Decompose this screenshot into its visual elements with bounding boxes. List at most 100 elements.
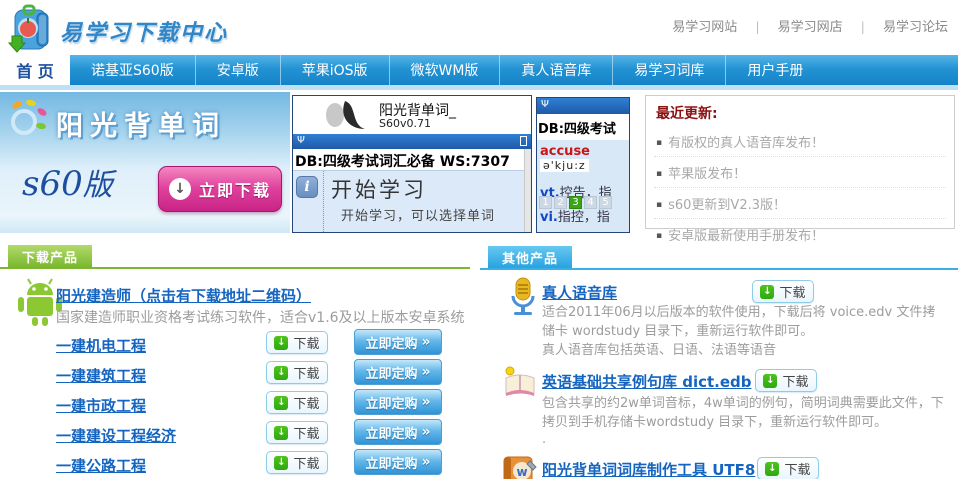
link-separator: |: [755, 20, 759, 34]
product-desc-line: 拷贝到手机存储卡wordstudy 目录下，重新运行软件即可。: [542, 411, 887, 430]
product-link[interactable]: 一建建设工程经济: [56, 425, 176, 446]
menu-divider: [323, 171, 324, 233]
chevron-right-icon: »: [421, 454, 430, 470]
product-link[interactable]: 一建机电工程: [56, 335, 146, 356]
nav-tab-android[interactable]: 安卓版: [195, 55, 280, 85]
update-item[interactable]: ▪有版权的真人语音库发布！: [654, 126, 946, 156]
product-link[interactable]: 一建公路工程: [56, 455, 146, 476]
nav-tab-ios[interactable]: 苹果iOS版: [280, 55, 389, 85]
updates-title: 最近更新:: [646, 96, 954, 126]
header: 易学习下载中心 易学习网站 | 易学习网店 | 易学习论坛: [0, 0, 958, 55]
nav-tab-wm[interactable]: 微软WM版: [389, 55, 500, 85]
toolkit-book-icon: w: [500, 453, 540, 479]
update-item[interactable]: ▪苹果版发布！: [654, 156, 946, 187]
app-screenshot-word: Ψ DB:四级考试 accuse ə'kju:z vt.控告，指 1 2 3 4…: [536, 97, 630, 233]
page: 易学习下载中心 易学习网站 | 易学习网店 | 易学习论坛 首 页 诺基亚S60…: [0, 0, 958, 479]
word-card: accuse ə'kju:z vt.控告，指 1 2 3 4 5 vi.指控，指: [537, 140, 629, 232]
product-desc-line: 真人语音库包括英语、日语、法语等语音: [542, 339, 776, 358]
page-number[interactable]: 5: [599, 196, 612, 209]
product-link[interactable]: 英语基础共享例句库 dict.edb: [542, 371, 752, 392]
scrollbar[interactable]: [524, 149, 531, 232]
microphone-icon: [505, 276, 541, 320]
download-arrow-icon: ↓: [763, 374, 777, 388]
order-button[interactable]: 立即定购»: [354, 389, 442, 415]
order-button[interactable]: 立即定购»: [354, 329, 442, 355]
download-arrow-icon: ↓: [765, 462, 779, 476]
download-button[interactable]: ↓下载: [752, 280, 814, 303]
download-button[interactable]: ↓下载: [266, 391, 328, 414]
menu-subtitle: 开始学习，可以选择单词: [341, 205, 531, 224]
status-bar: Ψ: [293, 134, 531, 149]
main-nav: 首 页 诺基亚S60版 安卓版 苹果iOS版 微软WM版 真人语音库 易学习词库…: [0, 55, 958, 85]
update-item[interactable]: ▪s60更新到V2.3版！: [654, 187, 946, 218]
chevron-right-icon: »: [421, 424, 430, 440]
page-number[interactable]: 2: [554, 196, 567, 209]
download-arrow-icon: ↓: [274, 366, 288, 380]
info-icon: i: [296, 176, 318, 198]
download-button[interactable]: ↓下载: [757, 457, 819, 479]
featured-product-link[interactable]: 阳光建造师（点击有下载地址二维码）: [56, 285, 311, 306]
recent-updates-panel: 最近更新: ▪有版权的真人语音库发布！ ▪苹果版发布！ ▪s60更新到V2.3版…: [645, 95, 955, 229]
bullet-icon: ▪: [656, 200, 662, 210]
page-number[interactable]: 4: [584, 196, 597, 209]
download-arrow-icon: ↓: [169, 178, 191, 200]
site-title: 易学习下载中心: [60, 15, 228, 47]
nav-tab-voice-library[interactable]: 真人语音库: [499, 55, 612, 85]
chevron-right-icon: »: [421, 334, 430, 350]
chevron-right-icon: »: [421, 364, 430, 380]
order-button[interactable]: 立即定购»: [354, 449, 442, 475]
antenna-icon: Ψ: [541, 99, 549, 110]
nav-tab-manual[interactable]: 用户手册: [725, 55, 824, 85]
page-number[interactable]: 1: [539, 196, 552, 209]
promo-banner[interactable]: 阳光背单词 s60版 ↓ 立即下载: [0, 92, 290, 233]
page-number-active[interactable]: 3: [569, 196, 582, 209]
product-link[interactable]: 一建市政工程: [56, 395, 146, 416]
bullet-icon: ▪: [656, 169, 662, 179]
tab-other-products[interactable]: 其他产品: [488, 246, 572, 268]
download-arrow-icon: ↓: [760, 285, 774, 299]
header-links: 易学习网站 | 易学习网店 | 易学习论坛: [672, 16, 948, 35]
product-link[interactable]: 阳光背单词词库制作工具 UTF8: [542, 459, 755, 479]
green-underline: [0, 267, 470, 269]
word-phonetic: ə'kju:z: [540, 159, 589, 172]
header-link-forum[interactable]: 易学习论坛: [883, 20, 948, 35]
update-item[interactable]: ▪安卓版最新使用手册发布！: [654, 218, 946, 249]
database-info-line: DB:四级考试词汇必备 WS:7307: [293, 149, 531, 170]
nav-tab-home[interactable]: 首 页: [0, 55, 70, 85]
tab-download-products[interactable]: 下载产品: [8, 245, 92, 267]
product-desc-line: .: [542, 432, 546, 447]
download-button[interactable]: ↓下载: [755, 369, 817, 392]
header-link-store[interactable]: 易学习网店: [778, 20, 843, 35]
chevron-right-icon: »: [421, 394, 430, 410]
download-button[interactable]: ↓下载: [266, 421, 328, 444]
svg-text:w: w: [516, 465, 527, 479]
nav-tab-nokia-s60[interactable]: 诺基亚S60版: [70, 55, 195, 85]
download-arrow-icon: ↓: [274, 336, 288, 350]
order-button[interactable]: 立即定购»: [354, 359, 442, 385]
menu-highlight-row: i 开始学习 开始学习，可以选择单词: [293, 170, 531, 233]
banner-edition: s60版: [22, 160, 113, 204]
nav-tab-dictionary[interactable]: 易学习词库: [612, 55, 725, 85]
word-headword: accuse: [540, 144, 590, 159]
order-button[interactable]: 立即定购»: [354, 419, 442, 445]
app-header: 阳光背单词_ S60v0.71: [293, 96, 531, 134]
featured-product-desc: 国家建造师职业资格考试练习软件，适合v1.6及以上版本安卓系统: [56, 307, 465, 327]
backpack-logo-icon: [8, 3, 56, 57]
banner-download-button[interactable]: ↓ 立即下载: [158, 166, 282, 212]
bullet-icon: ▪: [656, 138, 662, 148]
product-link[interactable]: 真人语音库: [542, 282, 617, 303]
blue-underline: [480, 268, 958, 270]
pagination: 1 2 3 4 5: [539, 196, 612, 209]
app-version: S60v0.71: [379, 117, 431, 130]
link-separator: |: [861, 20, 865, 34]
battery-icon: [520, 136, 527, 146]
header-link-website[interactable]: 易学习网站: [672, 20, 737, 35]
download-button[interactable]: ↓下载: [266, 331, 328, 354]
product-desc-line: 包含共享的约2w单词音标，4w单词的例句，简明词典需要此文件，下: [542, 392, 944, 411]
database-info-line: DB:四级考试: [537, 114, 629, 140]
sun-logo-icon: [4, 98, 50, 144]
download-button[interactable]: ↓下载: [266, 451, 328, 474]
product-desc-line: 适合2011年06月以后版本的软件使用，下载后将 voice.edv 文件拷: [542, 301, 935, 320]
download-button[interactable]: ↓下载: [266, 361, 328, 384]
product-link[interactable]: 一建建筑工程: [56, 365, 146, 386]
